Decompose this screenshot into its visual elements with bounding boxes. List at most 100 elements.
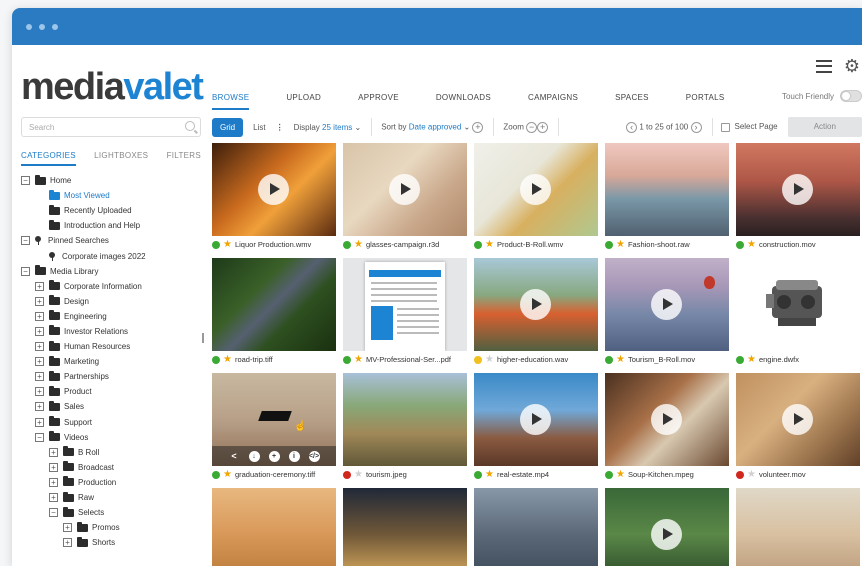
expand-icon[interactable]: +	[49, 447, 58, 457]
window-dot-close[interactable]	[26, 23, 32, 30]
asset-tile[interactable]: ★ Soup-Kitchen.mpeg	[605, 373, 729, 483]
asset-tile[interactable]: ★ engine.dwfx	[736, 258, 860, 368]
search-icon[interactable]	[185, 121, 195, 131]
star-icon[interactable]: ★	[354, 239, 363, 249]
asset-thumbnail[interactable]	[343, 258, 467, 351]
asset-tile[interactable]	[474, 488, 598, 566]
display-select[interactable]: Display 25 items ⌄	[294, 123, 362, 132]
asset-thumbnail[interactable]	[343, 488, 467, 566]
play-icon[interactable]	[520, 289, 551, 320]
zoom-in-icon[interactable]: +	[537, 121, 549, 133]
nav-tab-approve[interactable]: APPROVE	[358, 93, 399, 110]
asset-thumbnail[interactable]	[736, 373, 860, 466]
play-icon[interactable]	[258, 174, 289, 205]
asset-tile[interactable]: ★ volunteer.mov	[736, 373, 860, 483]
sort-direction-icon[interactable]: +	[472, 121, 484, 133]
play-icon[interactable]	[389, 174, 420, 205]
asset-thumbnail[interactable]	[474, 373, 598, 466]
embed-icon[interactable]: </>	[308, 450, 320, 462]
tree-node[interactable]: + Marketing	[21, 354, 206, 369]
play-icon[interactable]	[782, 404, 813, 435]
expand-icon[interactable]: +	[63, 523, 72, 533]
star-icon[interactable]: ★	[616, 354, 625, 364]
tree-node[interactable]: Most Viewed	[21, 188, 206, 203]
play-icon[interactable]	[651, 404, 682, 435]
collapse-icon[interactable]: −	[21, 176, 30, 186]
sort-select[interactable]: Sort by Date approved ⌄ +	[381, 121, 484, 133]
tree-node[interactable]: + Investor Relations	[21, 324, 206, 339]
star-icon[interactable]: ★	[747, 239, 756, 249]
tree-node[interactable]: + Human Resources	[21, 339, 206, 354]
tree-node[interactable]: − Videos	[21, 430, 206, 445]
asset-tile[interactable]: ★ tourism.jpeg	[343, 373, 467, 483]
asset-tile[interactable]	[343, 488, 467, 566]
more-options-button[interactable]: ⋮	[276, 123, 284, 132]
asset-tile[interactable]: ★ construction.mov	[736, 143, 860, 253]
tree-node[interactable]: + Support	[21, 415, 206, 430]
window-dot-minimize[interactable]	[39, 23, 45, 30]
asset-thumbnail[interactable]	[343, 143, 467, 236]
tree-node[interactable]: + Engineering	[21, 309, 206, 324]
star-icon[interactable]: ★	[354, 354, 363, 364]
collapse-icon[interactable]: −	[21, 266, 30, 276]
asset-tile[interactable]: ★ Tourism_B-Roll.mov	[605, 258, 729, 368]
tree-node[interactable]: − Home	[21, 173, 206, 188]
star-icon[interactable]: ★	[616, 239, 625, 249]
tree-node[interactable]: + B Roll	[21, 445, 206, 460]
expand-icon[interactable]: +	[35, 357, 44, 367]
asset-thumbnail[interactable]	[474, 143, 598, 236]
asset-tile[interactable]: ★ Fashion-shoot.raw	[605, 143, 729, 253]
asset-tile[interactable]: ★ MV-Professional-Ser...pdf	[343, 258, 467, 368]
play-icon[interactable]	[651, 519, 682, 550]
nav-tab-downloads[interactable]: DOWNLOADS	[436, 93, 491, 110]
expand-icon[interactable]: +	[49, 462, 58, 472]
asset-tile[interactable]: ★ glasses-campaign.r3d	[343, 143, 467, 253]
expand-icon[interactable]: +	[35, 296, 44, 306]
action-button[interactable]: Action	[787, 117, 862, 137]
nav-tab-upload[interactable]: UPLOAD	[286, 93, 321, 110]
asset-thumbnail[interactable]	[736, 258, 860, 351]
select-page-checkbox[interactable]	[721, 122, 731, 132]
download-icon[interactable]: ↓	[248, 450, 260, 462]
tree-node[interactable]: + Production	[21, 475, 206, 490]
star-icon[interactable]: ★	[223, 239, 232, 249]
next-page-icon[interactable]: ›	[690, 121, 702, 133]
asset-thumbnail[interactable]	[736, 143, 860, 236]
tree-node[interactable]: Recently Uploaded	[21, 203, 206, 218]
star-icon[interactable]: ★	[223, 354, 232, 364]
expand-icon[interactable]: +	[49, 493, 58, 503]
tree-node[interactable]: + Shorts	[21, 535, 206, 550]
tree-node[interactable]: − Selects	[21, 505, 206, 520]
tree-node[interactable]: + Promos	[21, 520, 206, 535]
search-input[interactable]: Search	[21, 117, 201, 137]
touch-friendly-toggle[interactable]	[840, 90, 862, 102]
collapse-icon[interactable]: −	[49, 508, 58, 518]
expand-icon[interactable]: +	[35, 387, 44, 397]
window-dot-maximize[interactable]	[52, 23, 58, 30]
asset-tile[interactable]: ★ Liquor Production.wmv	[212, 143, 336, 253]
asset-thumbnail[interactable]	[212, 488, 336, 566]
tree-node[interactable]: Corporate images 2022	[21, 248, 206, 263]
asset-tile[interactable]: ★ higher-education.wav	[474, 258, 598, 368]
sidebar-tab-categories[interactable]: CATEGORIES	[21, 151, 76, 166]
tree-node[interactable]: + Sales	[21, 399, 206, 414]
tree-node[interactable]: Introduction and Help	[21, 218, 206, 233]
asset-tile[interactable]: ☝ < ↓ + i </> ★ graduation-ceremony.tiff	[212, 373, 336, 483]
gear-icon[interactable]: ⚙	[844, 57, 860, 75]
zoom-out-icon[interactable]: −	[526, 121, 538, 133]
star-icon[interactable]: ★	[616, 469, 625, 479]
expand-icon[interactable]: +	[35, 342, 44, 352]
asset-tile[interactable]: ★ real-estate.mp4	[474, 373, 598, 483]
nav-tab-portals[interactable]: PORTALS	[686, 93, 725, 110]
play-icon[interactable]	[520, 174, 551, 205]
asset-thumbnail[interactable]	[212, 143, 336, 236]
asset-thumbnail[interactable]	[605, 143, 729, 236]
expand-icon[interactable]: +	[49, 477, 58, 487]
asset-thumbnail[interactable]	[736, 488, 860, 566]
nav-tab-browse[interactable]: BROWSE	[212, 93, 250, 110]
asset-thumbnail[interactable]	[212, 258, 336, 351]
sidebar-tab-lightboxes[interactable]: LIGHTBOXES	[94, 151, 148, 166]
tree-node[interactable]: + Design	[21, 294, 206, 309]
star-icon[interactable]: ★	[485, 239, 494, 249]
tree-node[interactable]: + Raw	[21, 490, 206, 505]
